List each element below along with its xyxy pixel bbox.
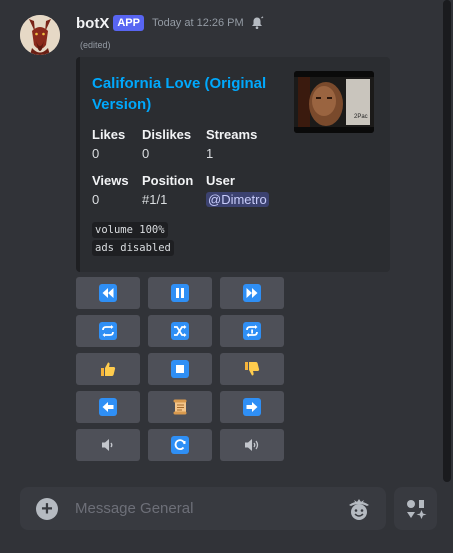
apps-icon: [406, 499, 426, 519]
avatar[interactable]: [20, 15, 60, 55]
username[interactable]: botX: [76, 15, 109, 32]
field-value: 0: [92, 192, 100, 207]
volume-status: volume 100%: [92, 222, 168, 238]
scrollbar-thumb[interactable]: [443, 0, 451, 482]
add-attachment-button[interactable]: +: [36, 498, 58, 520]
stop-icon: [171, 360, 189, 378]
dislike-button[interactable]: [220, 353, 284, 385]
field-streams: Streams 1: [206, 127, 257, 161]
queue-button[interactable]: [148, 391, 212, 423]
timestamp: Today at 12:26 PM: [151, 17, 244, 29]
embed-title[interactable]: California Love (Original Version): [92, 73, 282, 115]
repeat-one-button[interactable]: [220, 315, 284, 347]
field-value: #1/1: [142, 192, 168, 207]
pause-icon: [171, 284, 189, 302]
repeat-button[interactable]: [76, 315, 140, 347]
message-input[interactable]: Message General: [75, 500, 193, 517]
next-page-button[interactable]: [220, 391, 284, 423]
field-value: 0: [142, 146, 150, 161]
field-position: Position #1/1: [142, 173, 193, 207]
repeat-one-icon: [243, 322, 261, 340]
repeat-icon: [99, 322, 117, 340]
previous-page-button[interactable]: [76, 391, 140, 423]
fast-forward-button[interactable]: [220, 277, 284, 309]
field-value: 0: [92, 146, 100, 161]
field-dislikes: Dislikes 0: [142, 127, 191, 161]
thumbs-down-icon: [245, 362, 260, 376]
like-button[interactable]: [76, 353, 140, 385]
user-mention[interactable]: @Dimetro: [206, 192, 269, 207]
song-thumbnail[interactable]: 2Pac: [294, 71, 374, 133]
ads-status: ads disabled: [92, 240, 174, 256]
volume-down-icon: [102, 439, 113, 451]
app-badge: APP: [113, 15, 144, 31]
thumbs-up-icon: [101, 362, 116, 376]
refresh-button[interactable]: [148, 429, 212, 461]
field-name: Dislikes: [142, 127, 192, 142]
song-embed: California Love (Original Version) 2Pac …: [76, 57, 390, 272]
field-value: 1: [206, 146, 214, 161]
message-header: botX APP Today at 12:26 PM: [76, 13, 264, 33]
volume-down-button[interactable]: [76, 429, 140, 461]
field-views: Views 0: [92, 173, 129, 207]
field-name: User: [206, 173, 235, 188]
field-likes: Likes 0: [92, 127, 125, 161]
refresh-icon: [171, 436, 189, 454]
field-user: User @Dimetro: [206, 173, 269, 207]
previous-arrow-icon: [99, 398, 117, 416]
pause-button[interactable]: [148, 277, 212, 309]
message-composer: + Message General: [20, 487, 386, 530]
rewind-button[interactable]: [76, 277, 140, 309]
next-arrow-icon: [243, 398, 261, 416]
field-name: Views: [92, 173, 129, 188]
volume-up-icon: [245, 439, 259, 451]
notification-bell-icon: [251, 16, 264, 29]
edited-label: (edited): [80, 40, 111, 50]
queue-scroll-icon: [173, 399, 187, 415]
field-name: Position: [142, 173, 194, 188]
apps-button[interactable]: [394, 487, 437, 530]
field-name: Streams: [206, 127, 258, 142]
rewind-icon: [99, 284, 117, 302]
thumbnail-caption: 2Pac: [354, 114, 368, 120]
shuffle-button[interactable]: [148, 315, 212, 347]
shuffle-icon: [171, 322, 189, 340]
field-name: Likes: [92, 127, 126, 142]
volume-up-button[interactable]: [220, 429, 284, 461]
fast-forward-icon: [243, 284, 261, 302]
emoji-picker-icon[interactable]: [346, 496, 372, 522]
stop-button[interactable]: [148, 353, 212, 385]
